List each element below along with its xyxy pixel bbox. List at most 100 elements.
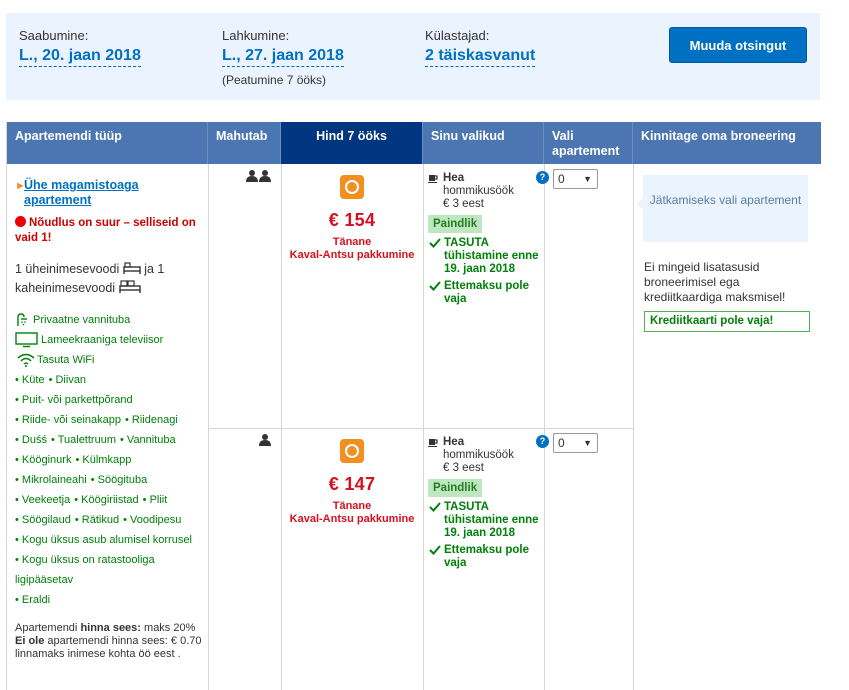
checkin-date[interactable]: L., 20. jaan 2018 [19,46,141,67]
modify-search-button[interactable]: Muuda otsingut [669,27,807,63]
room-name: Ühe magamistoaga apartement [24,178,139,207]
table-header: Apartemendi tüüp Mahutab Hind 7 ööks Sin… [7,122,821,164]
included-bold: hinna sees: [80,622,141,634]
price-amount: € 154 [328,210,376,230]
column-divider [208,164,209,690]
checkmark-icon [429,281,441,291]
meal-price: € 3 eest [443,462,484,474]
deal-label: Tänane Kaval-Antsu pakkumine [282,500,422,526]
help-icon[interactable]: ? [536,171,549,184]
header-choices: Sinu valikud [423,122,544,164]
deal-badge-icon [340,439,364,463]
no-prepayment-text[interactable]: Ettemaksu pole vaja [444,280,529,305]
facility-item: Külmkapp [82,454,132,466]
facilities-list: Privaatne vannituba Lameekraaniga televi… [15,310,205,610]
free-cancellation-text[interactable]: TASUTA tühistamine enne 19. jaan 2018 [444,501,539,539]
no-prepayment: Ettemaksu pole vaja [428,280,548,306]
checkmark-icon [429,502,441,512]
apartment-quantity-select[interactable]: 0 ▼ [553,433,598,453]
checkout-field: Lahkumine: L., 27. jaan 2018 (Peatumine … [222,28,344,87]
facility-item: Kogu üksus asub alumisel korrusel [21,534,192,546]
facility-item: ligipääsetav [15,574,74,586]
facility-item: Söögituba [97,474,148,486]
facility-item: Köögiriistad [81,494,139,506]
free-cancellation: TASUTA tühistamine enne 19. jaan 2018 [428,501,548,540]
choices-cell: Hea hommikusöök € 3 eest ? Paindlik TASU… [428,171,549,306]
facility-item: Veekeetja [21,494,71,506]
flexible-badge: Paindlik [428,479,483,497]
tax-info: Apartemendi hinna sees: maks 20% Ei ole … [15,622,205,661]
tv-icon [15,332,38,348]
facility-item: Kogu üksus on ratastooliga [21,554,155,566]
included-prefix: Apartemendi [15,622,81,634]
room-type-cell: ► Ühe magamistoaga apartement Nõudlus on … [15,178,205,661]
coffee-cup-icon [428,175,438,183]
facility-item: Eraldi [21,594,51,606]
facility-row: • Kogu üksus on ratastooliga [15,554,155,566]
facility-tv-label: Lameekraaniga televiisor [41,334,164,346]
deal-badge-icon [340,175,364,199]
facility-row: • Puit- või parkettpõrand [15,394,133,406]
checkout-label: Lahkumine: [222,28,290,43]
select-apartment-prompt: Jätkamiseks vali apartement [637,175,808,242]
checkin-label: Saabumine: [19,28,89,43]
no-prepayment-text[interactable]: Ettemaksu pole vaja [444,544,529,569]
facility-row: • Kööginurk • Külmkapp [15,454,132,466]
one-guest-icon[interactable] [259,434,271,446]
facility-item: Diivan [55,374,87,386]
alert-dot-icon [15,216,26,227]
beds-text-single: 1 üheinimesevoodi [15,262,120,276]
facility-row: • Veekeetja • Köögiriistad • Pliit [15,494,168,506]
availability-table: Apartemendi tüüp Mahutab Hind 7 ööks Sin… [6,122,821,690]
high-demand-notice: Nõudlus on suur – selliseid on vaid 1! [15,216,205,246]
double-bed-icon [118,280,141,293]
select-value: 0 [558,172,565,186]
facility-row: • Kogu üksus asub alumisel korrusel [15,534,192,546]
no-fees-note: Ei mingeid lisatasusid broneerimisel ega… [644,260,786,304]
apartment-quantity-select[interactable]: 0 ▼ [553,169,598,189]
deal-label: Tänane Kaval-Antsu pakkumine [282,236,422,262]
facility-item: Küte [21,374,45,386]
deal-line-2: Kaval-Antsu pakkumine [289,249,415,261]
coffee-cup-icon [428,439,438,447]
guests-value[interactable]: 2 täiskasvanut [425,46,536,67]
breakfast-info: Hea hommikusöök € 3 eest ? [428,435,549,475]
header-confirm: Kinnitage oma broneering [641,129,796,143]
facility-row: • Duśś • Tualettruum • Vannituba [15,434,176,446]
facility-row: ligipääsetav [15,570,205,590]
search-summary: Saabumine: L., 20. jaan 2018 Lahkumine: … [6,13,820,100]
facility-item: Puit- või parkettpõrand [21,394,133,406]
header-capacity: Mahutab [208,122,281,164]
flexible-badge: Paindlik [428,215,483,233]
help-icon[interactable]: ? [536,435,549,448]
select-value: 0 [558,436,565,450]
facility-row: • Küte • Diivan [15,374,87,386]
shower-icon [17,313,27,327]
header-price[interactable]: Hind 7 ööks [281,122,423,164]
chevron-down-icon: ▼ [583,174,592,184]
checkout-date[interactable]: L., 27. jaan 2018 [222,46,344,67]
facility-item: Voodipesu [130,514,182,526]
facility-item: Kööginurk [21,454,72,466]
facility-item: Mikrolaineahi [21,474,87,486]
deal-line-1: Tänane [332,236,372,248]
beds-text-and: ja 1 [144,262,165,276]
stay-length-note: (Peatumine 7 ööks) [222,73,327,87]
header-select: Vali apartement [544,122,633,164]
price-cell: € 154 Tänane Kaval-Antsu pakkumine [282,175,422,262]
meal-subtitle: hommikusöök [443,185,514,197]
facility-row: • Mikrolaineahi • Söögituba [15,474,148,486]
two-guests-icon[interactable] [246,170,272,182]
price-amount: € 147 [328,474,376,494]
free-cancellation-text[interactable]: TASUTA tühistamine enne 19. jaan 2018 [444,237,539,275]
free-cancellation: TASUTA tühistamine enne 19. jaan 2018 [428,237,548,276]
single-bed-icon [123,262,141,274]
checkmark-icon [429,545,441,555]
room-name-link[interactable]: ► Ühe magamistoaga apartement [15,178,205,208]
deal-line-1: Tänane [332,500,372,512]
caret-right-icon: ► [15,180,26,192]
meal-title: Hea [443,172,465,184]
facility-wifi-label: Tasuta WiFi [37,354,95,366]
facility-item: Söögilaud [21,514,71,526]
beds-text-double: kaheinimesevoodi [15,281,116,295]
